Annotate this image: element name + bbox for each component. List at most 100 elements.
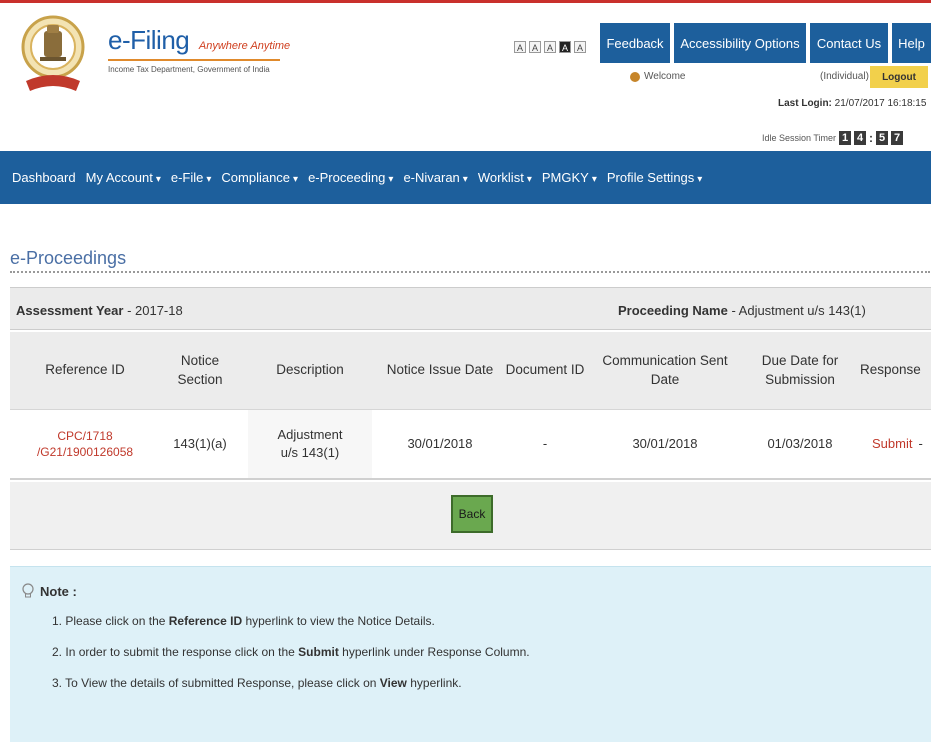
description: Adjustment u/s 143(1) [248, 410, 372, 478]
last-login: Last Login: 21/07/2017 16:18:15 [778, 98, 926, 109]
back-button[interactable]: Back [451, 495, 493, 533]
nav-item-e-nivaran[interactable]: e-Nivaran ▾ [403, 170, 467, 185]
note-text: In order to submit the response click on… [65, 645, 299, 659]
nav-label: My Account [85, 170, 153, 185]
caret-down-icon: ▾ [526, 174, 532, 185]
column-header: Notice Section [177, 353, 223, 387]
caret-down-icon: ▾ [462, 174, 468, 185]
nav-item-e-proceeding[interactable]: e-Proceeding ▾ [308, 170, 393, 185]
brand-block: e-Filing Anywhere Anytime Income Tax Dep… [108, 25, 290, 74]
note-header: Note : [22, 583, 77, 599]
nav-label: PMGKY [541, 170, 589, 185]
nav-item-profile-settings[interactable]: Profile Settings ▾ [607, 170, 702, 185]
back-row: Back [10, 482, 931, 550]
proceedings-table: Reference ID Notice Section Description … [10, 332, 931, 480]
welcome-label: Welcome [644, 71, 686, 82]
caret-down-icon: ▾ [206, 174, 212, 185]
title-divider [10, 271, 930, 273]
note-list: 1. Please click on the Reference ID hype… [52, 613, 530, 706]
note-item: 2. In order to submit the response click… [52, 644, 530, 675]
caret-down-icon: ▾ [697, 174, 703, 185]
user-icon [630, 71, 640, 82]
submit-link[interactable]: Submit [872, 435, 912, 453]
note-emphasis: Reference ID [168, 614, 243, 628]
proceeding-name-value: - Adjustment u/s 143(1) [727, 303, 866, 318]
assessment-year: Assessment Year - 2017-18 [16, 303, 183, 318]
nav-label: Compliance [221, 170, 291, 185]
note-text: hyperlink to view the Notice Details. [242, 614, 435, 628]
timer-digit: 7 [891, 131, 904, 145]
reference-id-link[interactable]: CPC/1718 /G21/1900126058 [10, 410, 160, 478]
font-size-controls: A A A A A [514, 41, 586, 53]
nav-label: e-File [170, 170, 204, 185]
font-size-control[interactable]: A [574, 41, 586, 53]
brand-subtitle: Income Tax Department, Government of Ind… [108, 65, 270, 74]
description-line: u/s 143(1) [280, 445, 340, 460]
note-item: 1. Please click on the Reference ID hype… [52, 613, 530, 644]
nav-item-worklist[interactable]: Worklist ▾ [478, 170, 532, 185]
contact-us-button[interactable]: Contact Us [808, 23, 888, 63]
note-number: 1. [52, 614, 63, 628]
brand-tagline: Anywhere Anytime [198, 40, 291, 52]
notice-issue-date: 30/01/2018 [407, 436, 473, 452]
response-separator: - [918, 436, 923, 452]
note-number: 2. [52, 645, 63, 659]
nav-item-my-account[interactable]: My Account ▾ [86, 170, 161, 185]
note-item: 3. To View the details of submitted Resp… [52, 675, 530, 706]
note-panel: Note : 1. Please click on the Reference … [10, 566, 931, 742]
reference-id-line: CPC/1718 [57, 428, 113, 443]
note-emphasis: Submit [298, 645, 339, 659]
note-number: 3. [52, 676, 63, 690]
nav-label: e-Proceeding [308, 170, 386, 185]
note-emphasis: View [379, 676, 407, 690]
note-text: hyperlink under Response Column. [338, 645, 530, 659]
font-size-control[interactable]: A [544, 41, 556, 53]
nav-item-pmgky[interactable]: PMGKY ▾ [542, 170, 597, 185]
note-title: Note : [40, 583, 77, 599]
feedback-button[interactable]: Feedback [598, 23, 670, 63]
note-text: hyperlink. [406, 676, 462, 690]
response-cell: Submit - [860, 410, 931, 478]
caret-down-icon: ▾ [388, 174, 394, 185]
last-login-value: 21/07/2017 16:18:15 [834, 98, 927, 109]
font-size-control[interactable]: A [529, 41, 541, 53]
welcome-text: Welcome [630, 71, 686, 82]
column-header: Communication Sent Date [602, 353, 728, 387]
font-size-control[interactable]: A [514, 41, 526, 53]
document-id: - [542, 436, 548, 452]
proceeding-name-label: Proceeding Name [618, 303, 728, 318]
nav-label: Dashboard [12, 170, 76, 185]
timer-digit: 1 [839, 131, 852, 145]
idle-session-timer: Idle Session Timer 1 4 : 5 7 [762, 131, 904, 145]
emblem-icon [21, 15, 85, 91]
idle-timer-label: Idle Session Timer [762, 133, 837, 143]
column-header: Description [276, 362, 344, 378]
help-button[interactable]: Help [890, 23, 931, 63]
nav-item-dashboard[interactable]: Dashboard [12, 170, 76, 185]
table-header-row: Reference ID Notice Section Description … [10, 332, 931, 410]
due-date: 01/03/2018 [767, 436, 833, 452]
caret-down-icon: ▾ [155, 174, 161, 185]
column-header: Document ID [505, 362, 585, 378]
timer-digit: 4 [854, 131, 867, 145]
brand-title: e-Filing [108, 25, 190, 55]
note-text: Please click on the [65, 614, 169, 628]
column-header: Due Date for Submission [761, 353, 839, 387]
note-text: To View the details of submitted Respons… [65, 676, 380, 690]
proceeding-name: Proceeding Name - Adjustment u/s 143(1) [618, 303, 866, 318]
main-navbar: Dashboard My Account ▾ e-File ▾ Compliance… [0, 151, 931, 204]
logout-button[interactable]: Logout [870, 66, 928, 88]
brand-underline [108, 59, 280, 61]
assessment-year-value: - 2017-18 [123, 303, 183, 318]
nav-item-e-file[interactable]: e-File ▾ [171, 170, 212, 185]
contrast-control[interactable]: A [559, 41, 571, 53]
nav-item-compliance[interactable]: Compliance ▾ [221, 170, 298, 185]
bulb-icon [22, 583, 34, 598]
user-role: (Individual) [820, 71, 869, 82]
description-line: Adjustment [277, 427, 343, 443]
column-header: Notice Issue Date [386, 362, 494, 378]
table-row: CPC/1718 /G21/1900126058 143(1)(a) Adjus… [10, 410, 931, 480]
accessibility-options-button[interactable]: Accessibility Options [672, 23, 806, 63]
caret-down-icon: ▾ [591, 174, 597, 185]
caret-down-icon: ▾ [293, 174, 299, 185]
